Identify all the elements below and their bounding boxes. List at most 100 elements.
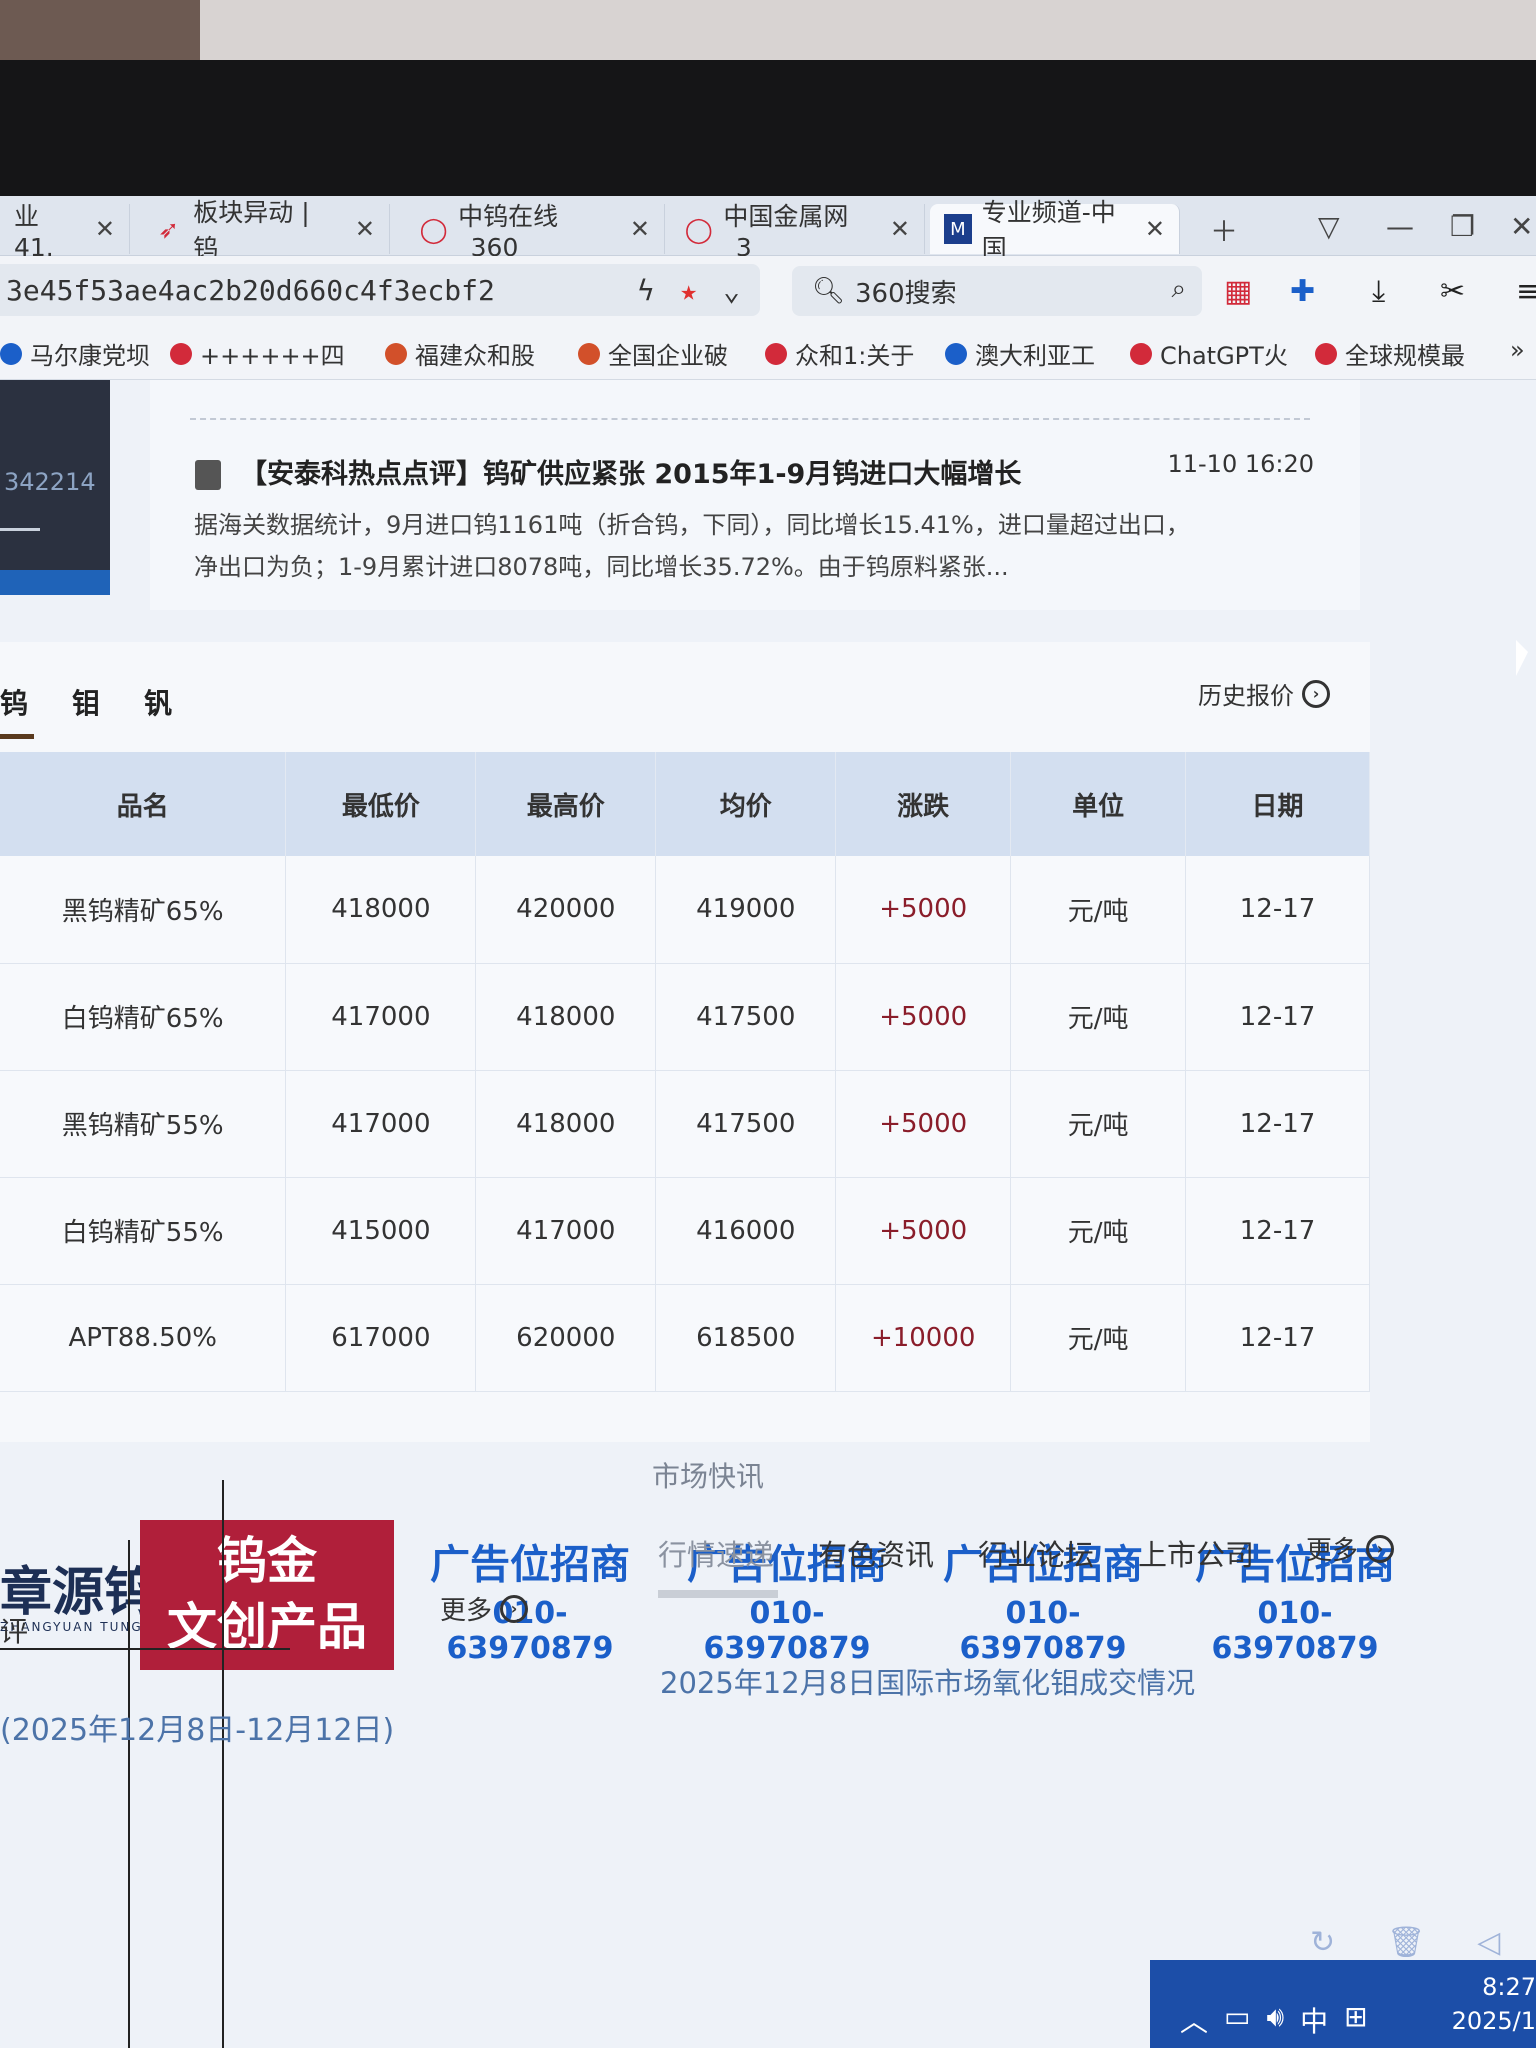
col-max: 最高价 — [475, 752, 657, 856]
clock[interactable]: 8:27 2025/1 — [1452, 1970, 1536, 2038]
tab-3[interactable]: ◯ 中钨在线_360 ✕ — [405, 202, 665, 262]
screen-artifact-line — [128, 1540, 130, 2048]
date: 12-17 — [1185, 963, 1370, 1071]
left-more-link[interactable]: 更多 › — [440, 1590, 529, 1627]
extension-icon[interactable]: ✚ — [1290, 274, 1315, 309]
product-name[interactable]: 黑钨精矿65% — [0, 856, 287, 964]
more-label: 更多 — [440, 1596, 493, 1626]
scissors-icon[interactable]: ✂ — [1440, 274, 1465, 309]
tab-2[interactable]: ➶ 板块异动 | 钨 ✕ — [140, 198, 390, 263]
close-icon[interactable]: ✕ — [355, 215, 375, 243]
tab-market-quotes[interactable]: 行情速递 — [658, 1532, 774, 1574]
apps-grid-icon[interactable]: ▦ — [1224, 274, 1252, 309]
new-tab-icon[interactable]: ＋ — [1210, 210, 1238, 250]
left-news-item[interactable]: (2025年12月8日-12月12日) — [0, 1705, 394, 1749]
lightning-icon[interactable]: ϟ — [637, 274, 654, 307]
bookmark-item[interactable]: 全球规模最 — [1315, 336, 1465, 371]
price-change: +10000 — [835, 1284, 1012, 1392]
history-price-link[interactable]: 历史报价 › — [1198, 676, 1330, 711]
tab-industry-forum[interactable]: 行业论坛 — [978, 1532, 1094, 1574]
url-field[interactable]: 3e45f53ae4ac2b20d660c4f3ecbf2 ϟ ★ ⌄ — [0, 264, 760, 316]
bookmark-item[interactable]: ++++++四 — [170, 336, 345, 371]
trash-icon[interactable]: 🗑︎ — [1387, 1925, 1425, 1960]
tab-tungsten[interactable]: 钨 — [0, 682, 28, 722]
unit: 元/吨 — [1010, 1284, 1187, 1392]
tab-nonferrous-news[interactable]: 有色资讯 — [818, 1532, 934, 1574]
document-icon — [195, 460, 221, 490]
bookmark-icon — [1130, 342, 1152, 365]
news-summary: 据海关数据统计，9月进口钨1161吨（折合钨，下同），同比增长15.41%，进口… — [194, 511, 1190, 581]
price-change: +5000 — [835, 1070, 1012, 1178]
date: 12-17 — [1185, 856, 1370, 964]
table-row: 白钨精矿65% 417000 418000 417500 +5000 元/吨 1… — [0, 963, 1370, 1071]
taskbar: ︿ ▭ 🔊︎ 中 ⊞ 8:27 2025/1 — [1150, 1960, 1536, 2048]
ad-slot-phone: 010-63970879 — [703, 1596, 871, 1666]
product-name[interactable]: APT88.50% — [0, 1284, 287, 1392]
close-icon[interactable]: ✕ — [95, 215, 115, 243]
star-icon[interactable]: ★ — [680, 274, 697, 307]
minimize-icon[interactable]: — — [1386, 210, 1414, 243]
download-icon[interactable]: ⤓ — [1372, 274, 1385, 309]
tab-5-active[interactable]: M 专业频道-中国 ✕ — [930, 198, 1180, 263]
max-price: 417000 — [475, 1177, 657, 1285]
market-tab-underline — [658, 1590, 778, 1598]
news-title[interactable]: 【安泰科热点点评】钨矿供应紧张 2015年1-9月钨进口大幅增长 — [240, 452, 1021, 491]
more-label: 更多 — [1306, 1536, 1359, 1566]
product-name[interactable]: 白钨精矿55% — [0, 1177, 287, 1285]
search-placeholder: 360搜索 — [855, 278, 957, 309]
bookmark-label: ++++++四 — [200, 342, 345, 370]
market-tabs: 行情速递 有色资讯 行业论坛 上市公司 — [658, 1532, 1254, 1574]
close-icon[interactable]: ✕ — [890, 215, 910, 243]
speaker-icon[interactable]: ◁ — [1477, 1925, 1500, 1960]
product-name[interactable]: 白钨精矿65% — [0, 963, 287, 1071]
tab-molybdenum[interactable]: 钼 — [72, 682, 100, 722]
ad-slot-title: 广告位招商 — [430, 1542, 630, 1588]
unit: 元/吨 — [1010, 856, 1187, 964]
refresh-icon[interactable]: ↻ — [1310, 1925, 1335, 1960]
ime-grid-icon[interactable]: ⊞ — [1344, 2000, 1367, 2040]
volume-icon[interactable]: 🔊︎ — [1266, 2000, 1284, 2040]
bookmark-item[interactable]: ChatGPT火 — [1130, 336, 1288, 371]
market-more-link[interactable]: 更多 › — [1306, 1530, 1395, 1567]
bookmark-icon — [1315, 342, 1337, 365]
product-name[interactable]: 黑钨精矿55% — [0, 1070, 287, 1178]
close-icon[interactable]: ✕ — [630, 215, 650, 243]
bookmark-item[interactable]: 众和1:关于 — [765, 336, 914, 371]
price-change: +5000 — [835, 1177, 1012, 1285]
more-bookmarks-icon[interactable]: » — [1510, 336, 1525, 364]
tab-label: 板块异动 | 钨 — [193, 198, 310, 263]
search-box[interactable]: 🔍︎ 360搜索 ⌕ — [792, 266, 1202, 316]
tab-vanadium[interactable]: 钒 — [144, 682, 172, 722]
tab-1[interactable]: 业 41. ✕ — [0, 202, 130, 262]
bookmark-item[interactable]: 全国企业破 — [578, 336, 728, 371]
tab-listed-companies[interactable]: 上市公司 — [1138, 1532, 1254, 1574]
chevron-down-icon[interactable]: ⌄ — [723, 274, 740, 307]
system-tray: ︿ ▭ 🔊︎ 中 ⊞ — [1180, 2000, 1368, 2040]
shirt-icon[interactable]: ▽ — [1318, 210, 1340, 243]
bookmark-item[interactable]: 马尔康党坝 — [0, 336, 150, 371]
menu-icon[interactable]: ≡ — [1516, 274, 1536, 309]
close-icon[interactable]: ✕ — [1145, 215, 1165, 243]
ime-indicator[interactable]: 中 — [1300, 2000, 1328, 2040]
site-icon: M — [944, 214, 972, 244]
table-row: 黑钨精矿55% 417000 418000 417500 +5000 元/吨 1… — [0, 1070, 1370, 1178]
search-submit-icon[interactable]: ⌕ — [1171, 274, 1186, 305]
restore-icon[interactable]: ❐ — [1450, 210, 1475, 243]
bookmark-label: 马尔康党坝 — [30, 342, 150, 370]
price-panel: 钨 钼 钒 历史报价 › 品名 最低价 最高价 均价 涨跌 单位 日期 黑钨精矿… — [0, 642, 1370, 1442]
col-date: 日期 — [1185, 752, 1370, 856]
clock-time: 8:27 — [1482, 1973, 1536, 2001]
bookmark-item[interactable]: 福建众和股 — [385, 336, 535, 371]
mouse-cursor-icon — [1516, 640, 1528, 676]
left-banner[interactable]: 342214 — [0, 380, 110, 595]
market-news-item[interactable]: 2025年12月8日国际市场氧化钼成交情况 — [660, 1660, 1195, 1702]
network-icon[interactable]: ▭ — [1224, 2000, 1250, 2040]
tab-4[interactable]: ◯ 中国金属网_3 ✕ — [670, 202, 925, 262]
unit: 元/吨 — [1010, 1070, 1187, 1178]
ad-slot-phone: 010-63970879 — [1211, 1596, 1379, 1666]
close-window-icon[interactable]: ✕ — [1510, 210, 1533, 243]
col-avg: 均价 — [655, 752, 837, 856]
bookmark-item[interactable]: 澳大利亚工 — [945, 336, 1095, 371]
chevron-up-icon[interactable]: ︿ — [1180, 2000, 1208, 2040]
ad-red-line1: 钨金 — [217, 1532, 317, 1590]
